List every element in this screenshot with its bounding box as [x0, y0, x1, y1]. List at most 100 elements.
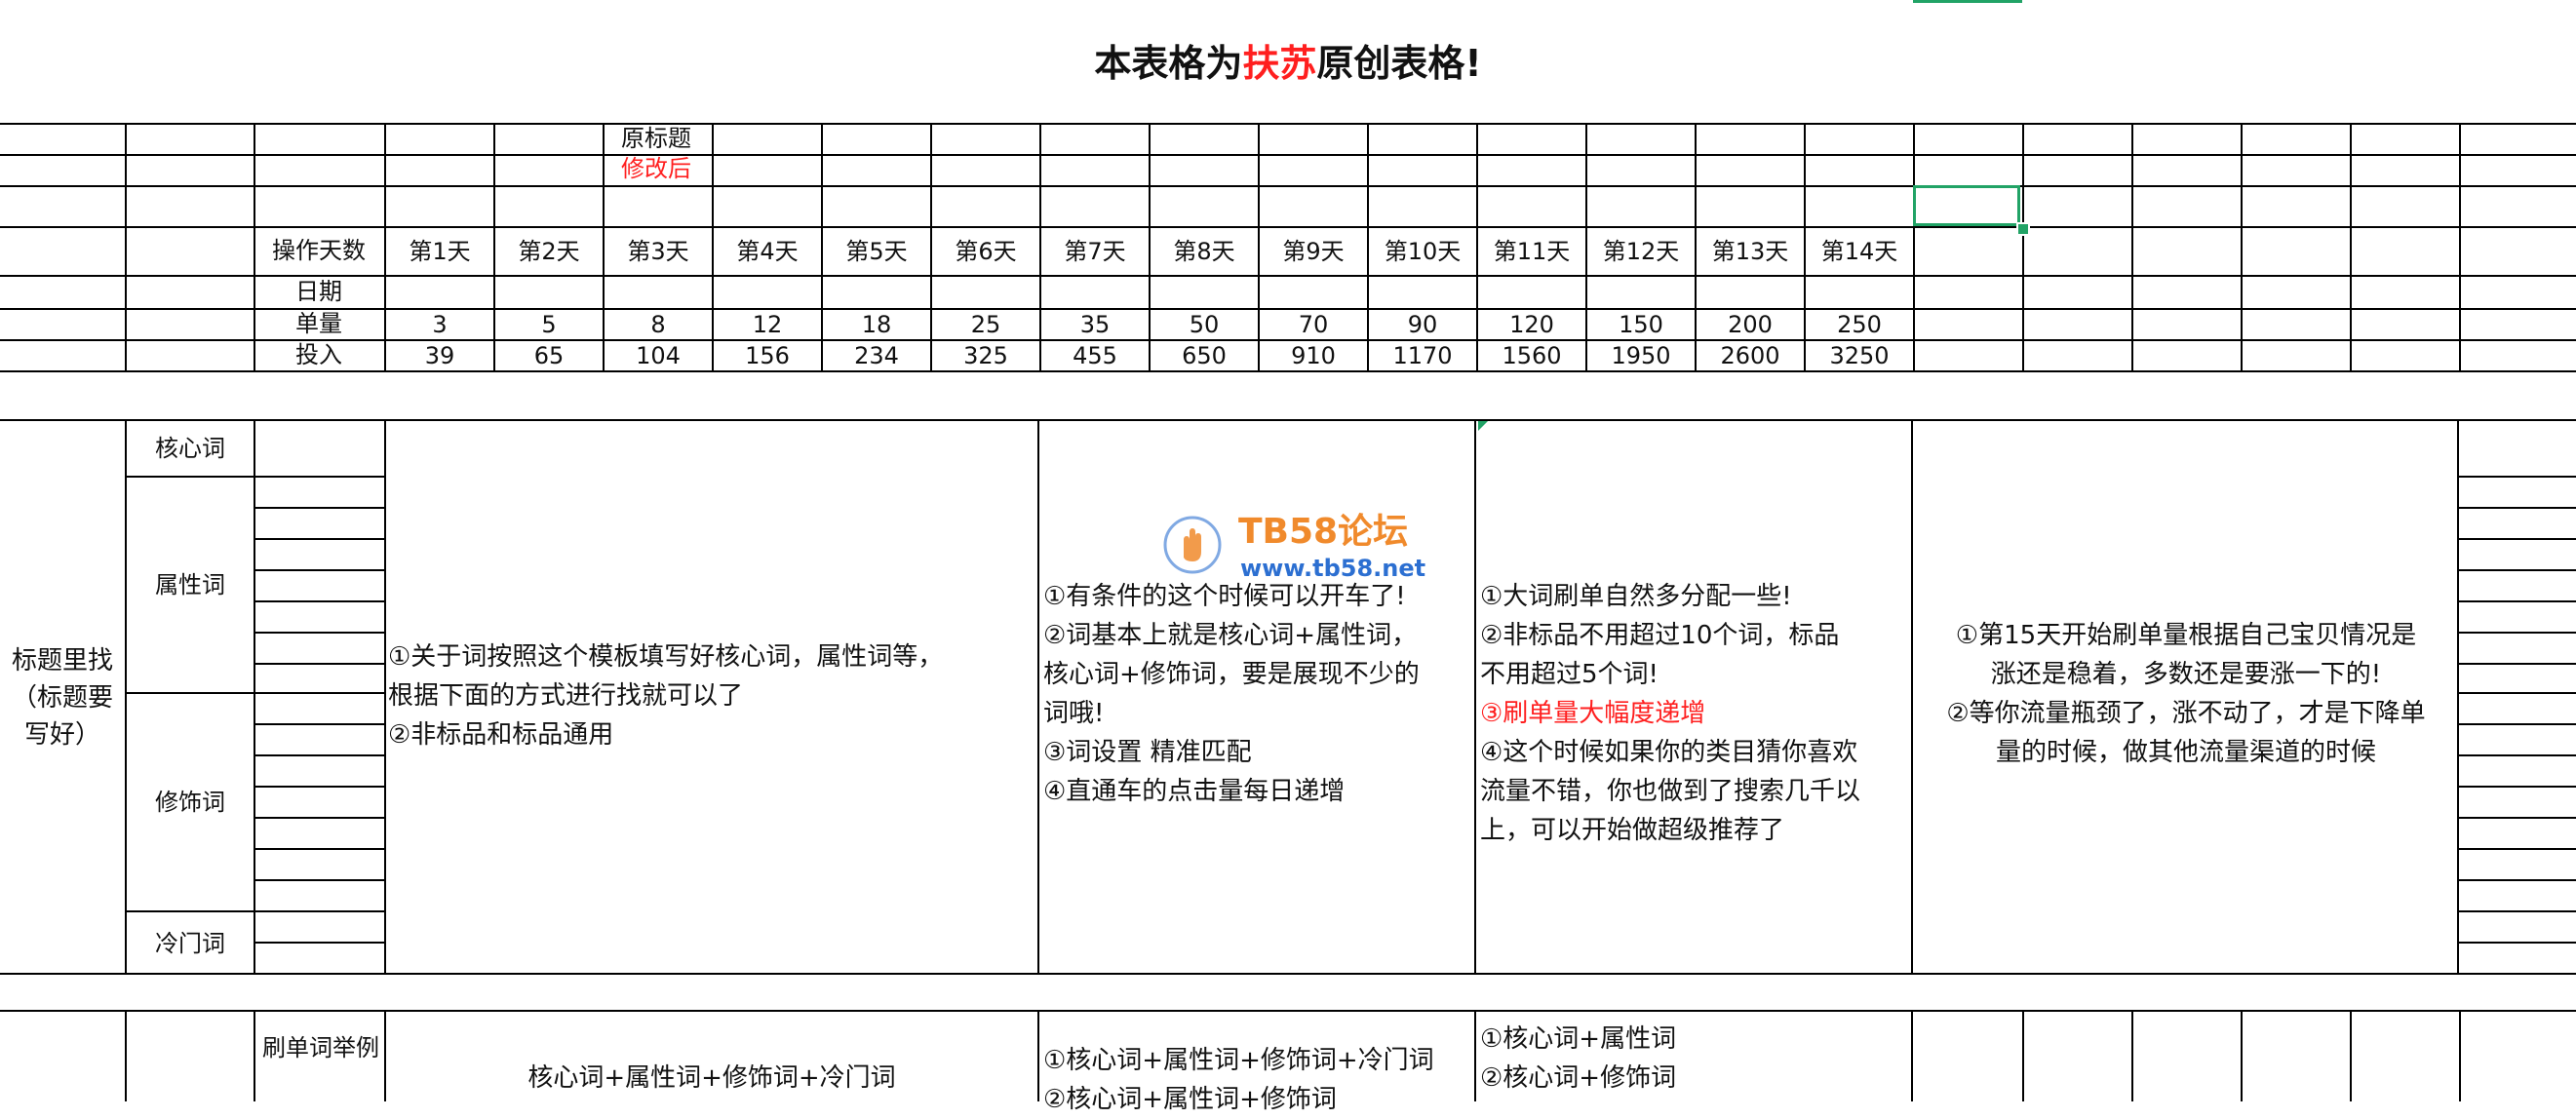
category-niche: 冷门词	[155, 930, 225, 957]
input-value: 910	[1291, 342, 1336, 369]
day-header: 第7天	[1064, 238, 1126, 265]
grid-hline	[0, 275, 2576, 277]
title-prefix: 本表格为	[1094, 42, 1243, 85]
input-label: 投入	[295, 341, 342, 368]
grid-vline	[254, 419, 255, 973]
note-order-scaling-part1: ①大词刷单自然多分配一些! ②非标品不用超过10个词，标品 不用超过5个词!	[1480, 582, 1840, 689]
grid-hline	[254, 786, 384, 788]
fill-handle[interactable]	[2016, 222, 2030, 236]
grid-hline	[2457, 848, 2576, 850]
grid-hline	[254, 848, 384, 850]
grid-hline	[254, 569, 384, 571]
grid-hline	[0, 1010, 2576, 1012]
input-value: 234	[854, 342, 899, 369]
grid-vline	[2131, 1010, 2133, 1101]
title-highlight: 扶苏	[1242, 42, 1317, 85]
grid-vline	[384, 419, 386, 973]
orders-value: 3	[432, 311, 448, 338]
note-after-day-15: ①第15天开始刷单量根据自己宝贝情况是 涨还是稳着，多数还是要涨一下的! ②等你…	[1946, 621, 2426, 767]
grid-hline	[0, 370, 2576, 372]
orders-value: 12	[752, 311, 783, 338]
day-header: 第6天	[955, 238, 1017, 265]
grid-vline	[2457, 419, 2459, 973]
orders-value: 150	[1619, 311, 1663, 338]
example-ads-combo-1: ①核心词+属性词+修饰词+冷门词	[1043, 1046, 1434, 1075]
grid-vline	[1037, 1010, 1039, 1101]
grid-vline	[2459, 1010, 2461, 1101]
day-header: 第1天	[409, 238, 471, 265]
category-core: 核心词	[155, 435, 225, 462]
grid-hline	[2457, 817, 2576, 819]
grid-hline	[2457, 786, 2576, 788]
input-value: 104	[636, 342, 681, 369]
spreadsheet-sheet: 本表格为扶苏原创表格! 原标题 修改后 操作天数 日期 单量 投入 第1天 3 39…	[0, 0, 2576, 1114]
grid-hline	[0, 185, 2576, 187]
day-header: 第14天	[1820, 238, 1898, 265]
input-value: 156	[745, 342, 790, 369]
orders-value: 90	[1407, 311, 1438, 338]
orders-value: 18	[861, 311, 892, 338]
grid-vline	[1474, 419, 1476, 973]
orders-value: 200	[1728, 311, 1773, 338]
grid-hline	[2457, 538, 2576, 540]
example-order-combo-2: ②核心词+修饰词	[1480, 1063, 1677, 1093]
title-suffix: 原创表格!	[1316, 42, 1482, 85]
note-order-scaling-part2: ④这个时候如果你的类目猜你喜欢 流量不错，你也做到了搜索几千以 上，可以开始做超…	[1480, 738, 1861, 845]
orders-value: 70	[1298, 311, 1329, 338]
day-header: 第4天	[736, 238, 799, 265]
selected-cell[interactable]	[1913, 185, 2020, 226]
grid-hline	[2457, 754, 2576, 756]
grid-vline	[1474, 1010, 1476, 1101]
grid-hline	[254, 476, 384, 478]
input-value: 650	[1182, 342, 1227, 369]
grid-hline	[2457, 942, 2576, 944]
note-order-scaling-highlight: ③刷单量大幅度递增	[1480, 699, 1706, 728]
orders-value: 5	[541, 311, 557, 338]
day-header: 第3天	[627, 238, 689, 265]
input-value: 2600	[1720, 342, 1780, 369]
grid-hline	[254, 723, 384, 725]
grid-vline	[125, 1010, 127, 1101]
grid-vline	[2350, 123, 2352, 370]
input-value: 3250	[1829, 342, 1890, 369]
forum-watermark: TB58论坛 www.tb58.net	[1162, 511, 1425, 589]
grid-hline	[254, 632, 384, 634]
grid-hline	[0, 419, 2576, 421]
grid-hline	[254, 507, 384, 509]
day-header: 第5天	[845, 238, 908, 265]
grid-hline	[254, 817, 384, 819]
grid-vline	[2459, 123, 2461, 370]
date-label: 日期	[295, 278, 342, 305]
watermark-url: www.tb58.net	[1240, 555, 1426, 582]
grid-vline	[2022, 1010, 2024, 1101]
note-ads-start: ①有条件的这个时候可以开车了! ②词基本上就是核心词+属性词， 核心词+修饰词，…	[1043, 582, 1420, 806]
note-order-scaling: ①大词刷单自然多分配一些! ②非标品不用超过10个词，标品 不用超过5个词! ③…	[1480, 577, 1909, 850]
orders-value: 50	[1189, 311, 1220, 338]
orders-value: 120	[1509, 311, 1554, 338]
original-title-label: 原标题	[621, 125, 691, 152]
grid-vline	[2241, 1010, 2243, 1101]
grid-vline	[1037, 419, 1039, 973]
input-value: 65	[533, 342, 565, 369]
grid-hline	[0, 123, 2576, 125]
day-header: 第10天	[1384, 238, 1462, 265]
grid-vline	[2350, 1010, 2352, 1101]
grid-hline	[2457, 507, 2576, 509]
grid-hline	[254, 942, 384, 944]
grid-hline	[2457, 663, 2576, 665]
example-full-combo: 核心词+属性词+修饰词+冷门词	[527, 1062, 896, 1093]
day-header: 第13天	[1711, 238, 1789, 265]
modified-title-label: 修改后	[621, 155, 691, 182]
grid-vline	[2022, 123, 2024, 370]
grid-hline	[254, 538, 384, 540]
hand-icon	[1162, 515, 1223, 575]
grid-vline	[2131, 123, 2133, 370]
category-attribute: 属性词	[155, 571, 225, 598]
keyword-section-label: 标题里找 （标题要 写好）	[11, 646, 113, 750]
grid-hline	[254, 600, 384, 602]
watermark-title: TB58论坛	[1238, 512, 1409, 552]
grid-hline	[2457, 723, 2576, 725]
orders-value: 35	[1079, 311, 1111, 338]
grid-hline	[254, 910, 384, 912]
grid-hline	[2457, 692, 2576, 694]
